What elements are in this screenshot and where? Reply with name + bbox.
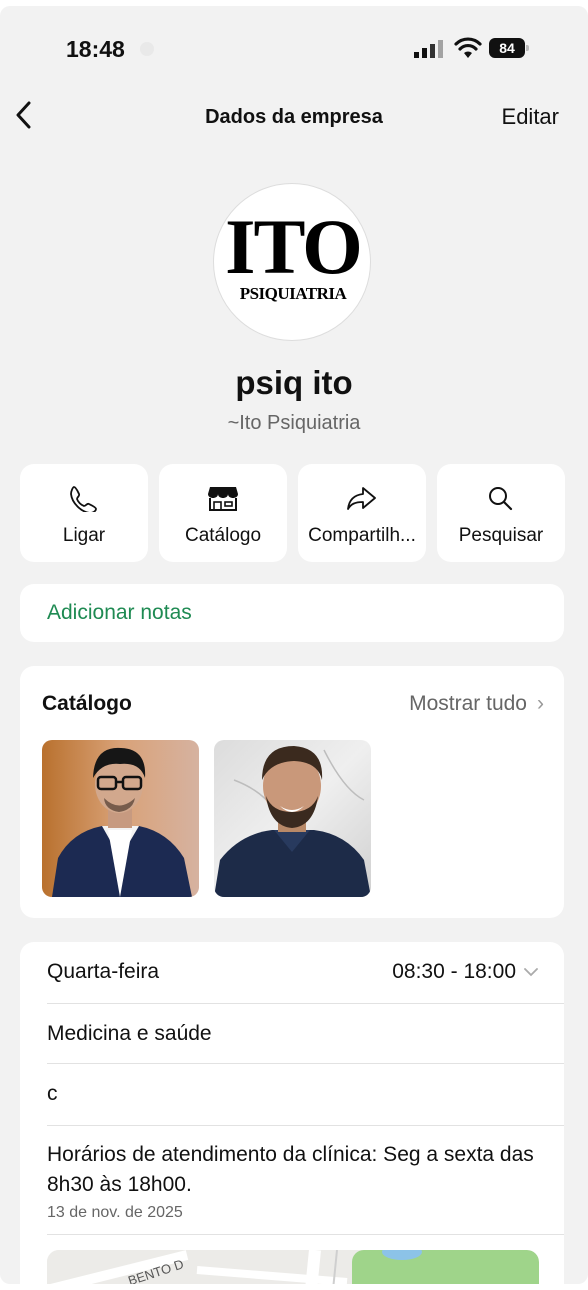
share-icon [347,487,376,510]
extra-row: c [47,1064,564,1126]
extra-text: c [47,1082,58,1105]
phone-icon [70,486,97,512]
show-all-label: Mostrar tudo [409,692,527,715]
business-info-screen: 18:48 84 Dados da empresa Editar ITO PSI… [0,6,588,1284]
chevron-right-icon: › [537,692,544,715]
action-buttons: Ligar Catálogo Compartilh... Pesquisar [20,464,565,562]
status-time: 18:48 [66,36,125,62]
day-label: Quarta-feira [47,960,160,983]
catalog-section: Catálogo Mostrar tudo › [20,666,564,918]
description-date: 13 de nov. de 2025 [47,1204,183,1221]
business-avatar[interactable]: ITO PSIQUIATRIA [213,183,371,341]
catalog-button[interactable]: Catálogo [159,464,287,562]
catalog-label: Catálogo [184,525,262,546]
search-label: Pesquisar [458,525,544,546]
business-subname: ~Ito Psiquiatria [227,412,361,434]
catalog-item-2[interactable] [214,740,371,897]
battery-icon: 84 [489,38,529,58]
hours-value: 08:30 - 18:00 [392,960,516,983]
business-name: psiq ito [235,364,353,401]
logo-subtext: PSIQUIATRIA [239,284,347,303]
share-button[interactable]: Compartilh... [298,464,426,562]
search-button[interactable]: Pesquisar [437,464,565,562]
page-title: Dados da empresa [205,106,383,128]
divider [47,1234,564,1235]
status-bar: 18:48 84 [0,6,588,86]
description-text: Horários de atendimento da clínica: Seg … [47,1143,534,1196]
call-button[interactable]: Ligar [20,464,148,562]
hours-dropdown[interactable]: 08:30 - 18:00 [392,960,538,984]
location-map[interactable]: BENTO D [47,1250,539,1284]
battery-level: 84 [489,38,525,58]
add-notes-label: Adicionar notas [47,601,192,624]
catalog-item-1[interactable] [42,740,199,897]
search-icon [489,487,513,511]
category-text: Medicina e saúde [47,1022,212,1045]
edit-button[interactable]: Editar [502,104,559,130]
business-info-section: Quarta-feira 08:30 - 18:00 Medicina e sa… [20,942,564,1284]
logo-text: ITO [225,203,363,290]
status-indicator [140,42,154,56]
catalog-title: Catálogo [42,692,132,715]
category-row: Medicina e saúde [47,1004,564,1064]
cellular-signal-icon [414,40,443,58]
share-label: Compartilh... [308,525,416,546]
add-notes-button[interactable]: Adicionar notas [20,584,564,642]
chevron-down-icon [524,968,538,977]
storefront-icon [208,487,238,511]
hours-row[interactable]: Quarta-feira 08:30 - 18:00 [47,942,564,1004]
wifi-icon [454,37,482,58]
show-all-button[interactable]: Mostrar tudo › [409,692,544,716]
navigation-bar: Dados da empresa Editar [0,86,588,146]
call-label: Ligar [62,525,106,546]
